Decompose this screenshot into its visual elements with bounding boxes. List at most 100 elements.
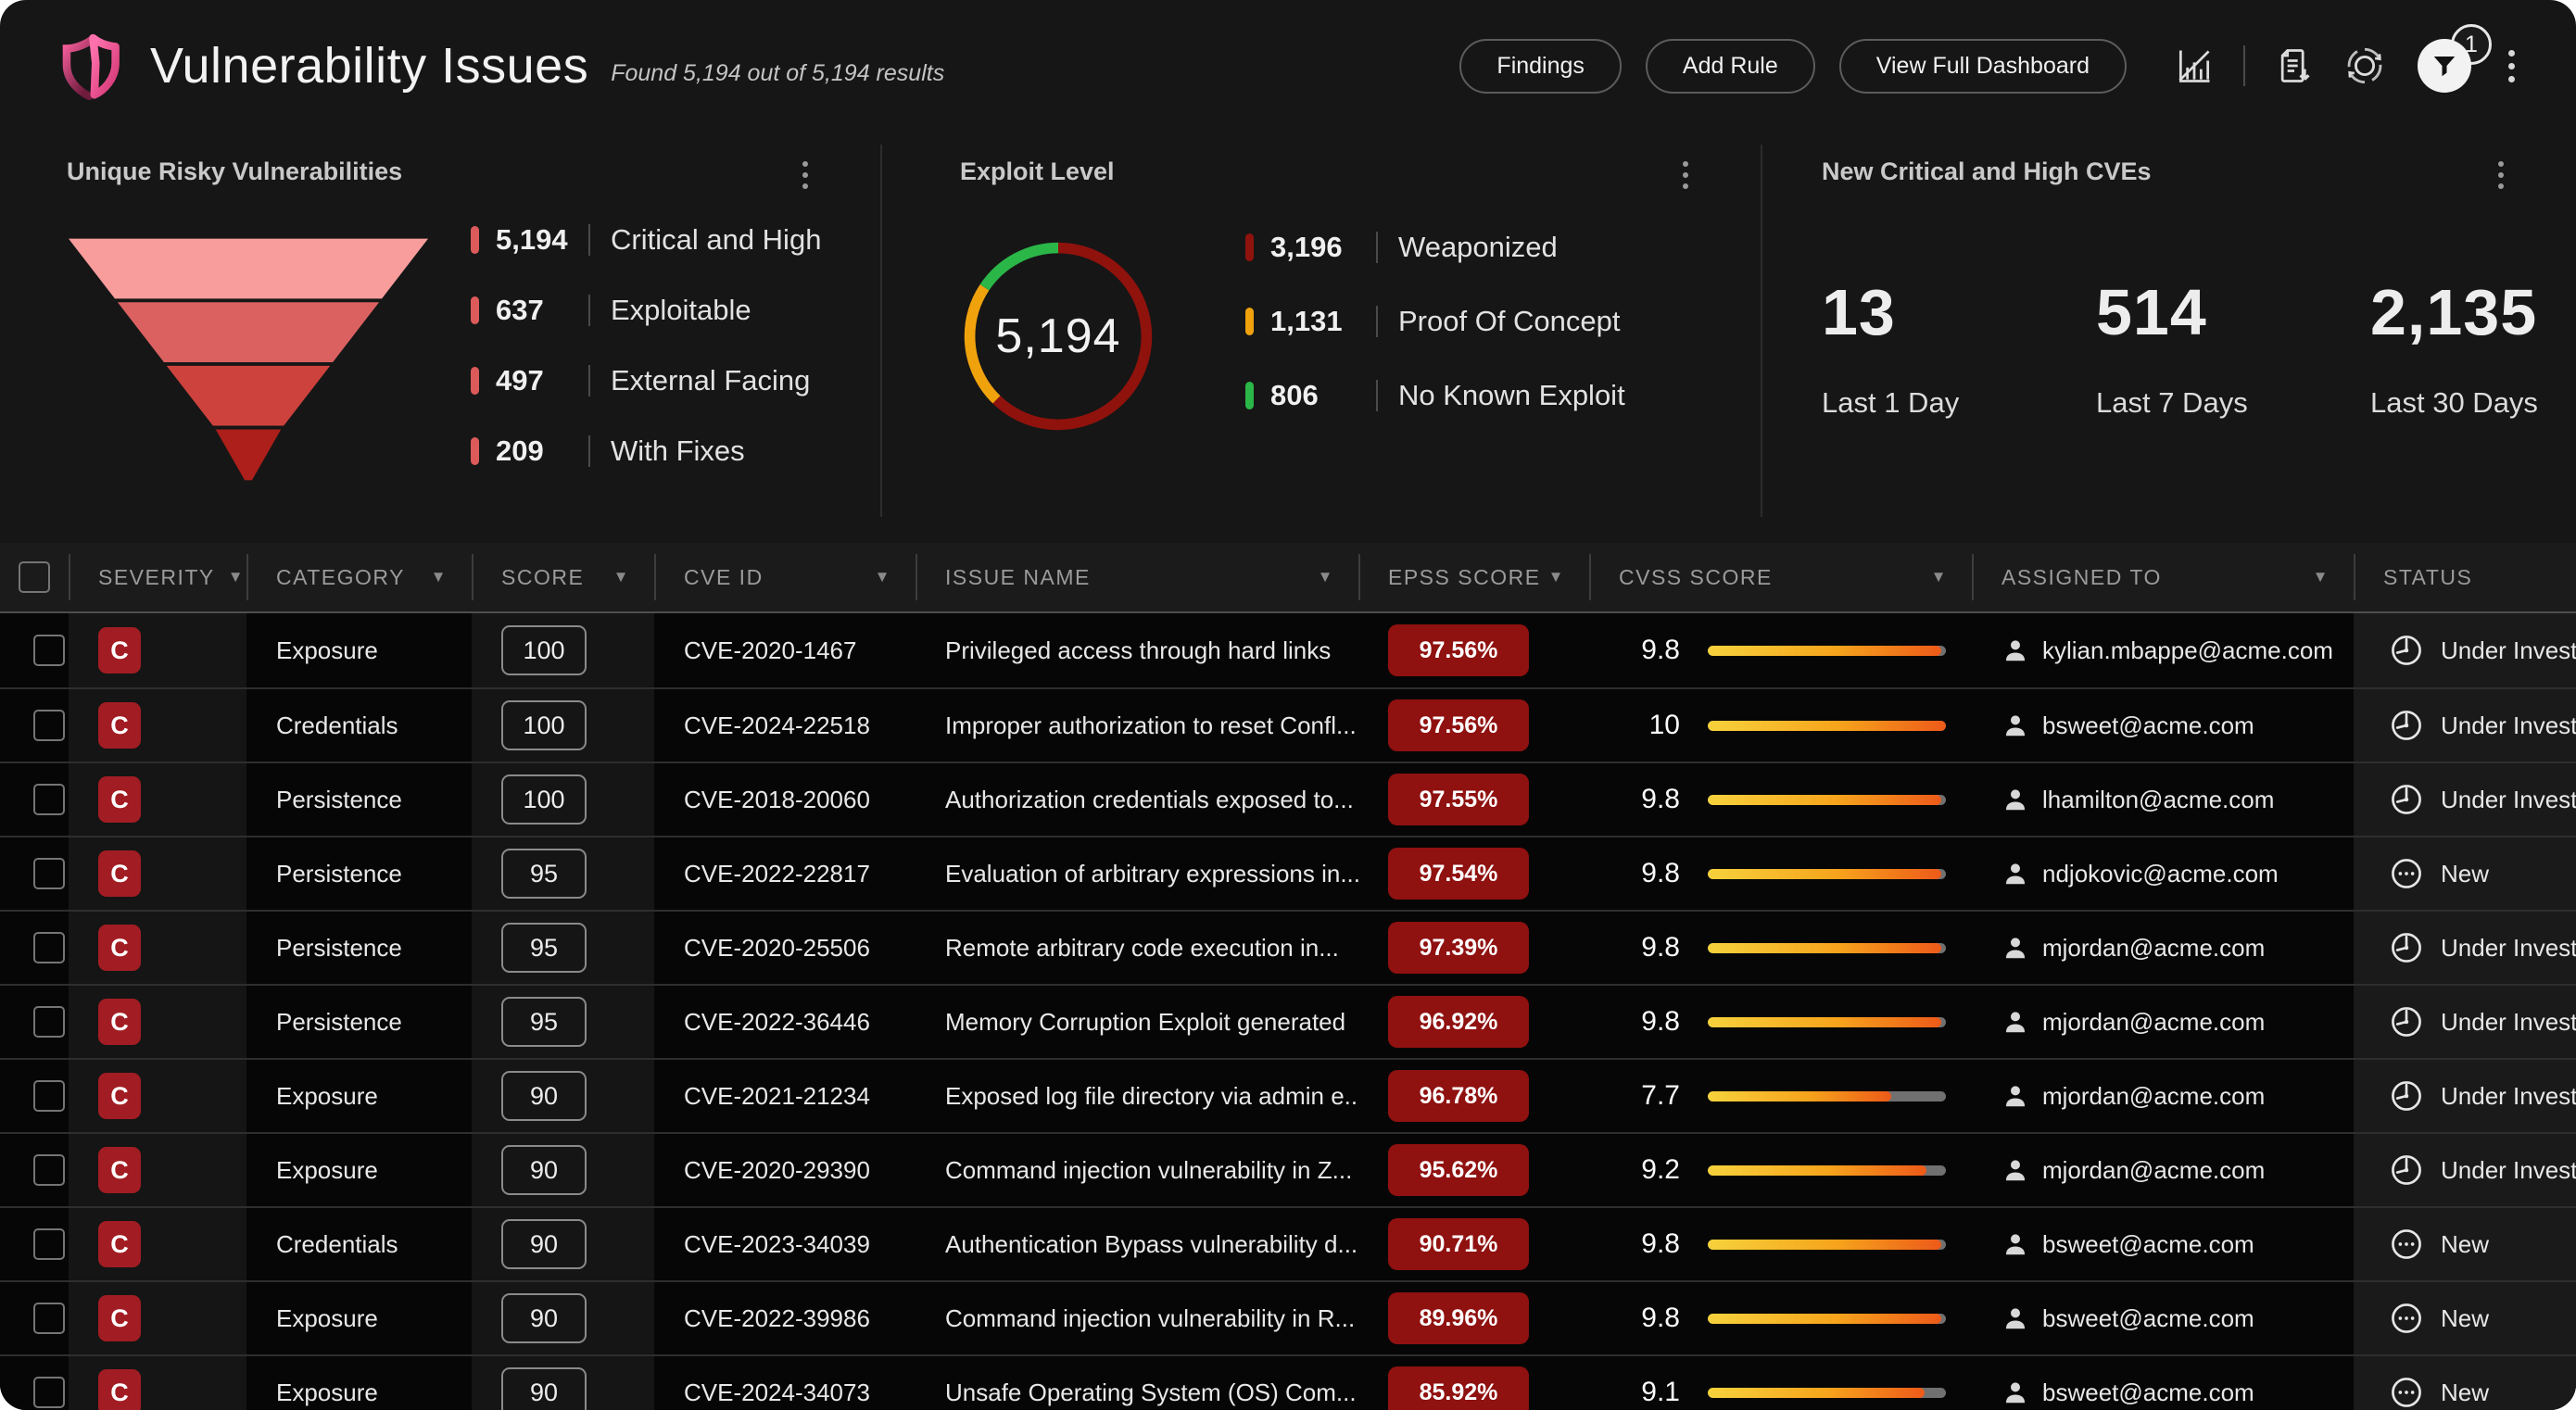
column-header-assigned-to[interactable]: ASSIGNED TO▼ [1972, 543, 2354, 611]
status-cell[interactable]: New [2354, 837, 2576, 910]
widget-kebab-menu[interactable] [2493, 156, 2509, 195]
legend-label: Critical and High [611, 223, 821, 257]
status-cell[interactable]: New [2354, 1356, 2576, 1410]
issue-name-cell[interactable]: Privileged access through hard links [915, 613, 1358, 687]
cve-id-cell[interactable]: CVE-2024-34073 [654, 1356, 915, 1410]
assigned-to-cell[interactable]: mjordan@acme.com [1972, 1060, 2354, 1132]
status-cell[interactable]: Under Investigation [2354, 613, 2576, 687]
column-header-severity[interactable]: SEVERITY▼ [69, 543, 246, 611]
issue-name-cell[interactable]: Evaluation of arbitrary expressions in..… [915, 837, 1358, 910]
icon-divider [2243, 45, 2245, 86]
assigned-to-cell[interactable]: mjordan@acme.com [1972, 912, 2354, 984]
epss-score-badge: 96.92% [1388, 996, 1529, 1048]
table-row[interactable]: C Persistence 95 CVE-2022-36446 Memory C… [0, 984, 2576, 1058]
row-checkbox[interactable] [33, 858, 65, 889]
select-all-checkbox[interactable] [19, 561, 50, 593]
cve-id-cell[interactable]: CVE-2020-25506 [654, 912, 915, 984]
assigned-to-cell[interactable]: bsweet@acme.com [1972, 1282, 2354, 1354]
assigned-to-cell[interactable]: mjordan@acme.com [1972, 986, 2354, 1058]
cvss-score-cell: 9.1 [1589, 1356, 1972, 1410]
widget-kebab-menu[interactable] [797, 156, 814, 195]
issue-name-cell[interactable]: Authentication Bypass vulnerability d... [915, 1208, 1358, 1280]
cve-id-cell[interactable]: CVE-2020-29390 [654, 1134, 915, 1206]
row-checkbox[interactable] [33, 1080, 65, 1112]
status-cell[interactable]: Under Investigation [2354, 689, 2576, 762]
issue-name-cell[interactable]: Improper authorization to reset Confl... [915, 689, 1358, 762]
column-header-category[interactable]: CATEGORY▼ [246, 543, 472, 611]
issue-name-cell[interactable]: Command injection vulnerability in Z... [915, 1134, 1358, 1206]
issue-name-cell[interactable]: Memory Corruption Exploit generated [915, 986, 1358, 1058]
table-row[interactable]: C Exposure 90 CVE-2021-21234 Exposed log… [0, 1058, 2576, 1132]
severity-critical-badge: C [98, 925, 141, 971]
cve-id-cell[interactable]: CVE-2022-36446 [654, 986, 915, 1058]
issue-name-cell[interactable]: Unsafe Operating System (OS) Com... [915, 1356, 1358, 1410]
assigned-to-cell[interactable]: mjordan@acme.com [1972, 1134, 2354, 1206]
header-kebab-menu[interactable] [2499, 44, 2524, 88]
findings-button[interactable]: Findings [1459, 39, 1622, 94]
row-checkbox[interactable] [33, 784, 65, 815]
column-header-status[interactable]: STATUS [2354, 543, 2576, 611]
table-row[interactable]: C Credentials 100 CVE-2024-22518 Imprope… [0, 687, 2576, 762]
status-cell[interactable]: New [2354, 1208, 2576, 1280]
cve-id-cell[interactable]: CVE-2020-1467 [654, 613, 915, 687]
under-investigation-clock-icon [2389, 930, 2424, 965]
severity-cell: C [69, 689, 246, 762]
issue-name-cell[interactable]: Exposed log file directory via admin e..… [915, 1060, 1358, 1132]
assigned-to-cell[interactable]: bsweet@acme.com [1972, 689, 2354, 762]
table-row[interactable]: C Credentials 90 CVE-2023-34039 Authenti… [0, 1206, 2576, 1280]
row-checkbox[interactable] [33, 1006, 65, 1038]
row-checkbox[interactable] [33, 1228, 65, 1260]
table-row[interactable]: C Persistence 95 CVE-2022-22817 Evaluati… [0, 836, 2576, 910]
status-cell[interactable]: New [2354, 1282, 2576, 1354]
widget-kebab-menu[interactable] [1677, 156, 1694, 195]
cvss-score-value: 7.7 [1619, 1080, 1680, 1112]
cve-id-cell[interactable]: CVE-2022-39986 [654, 1282, 915, 1354]
status-cell[interactable]: Under Investigation [2354, 986, 2576, 1058]
header-icon-bar: 1 [2173, 39, 2524, 93]
row-checkbox[interactable] [33, 1303, 65, 1334]
assigned-to-cell[interactable]: lhamilton@acme.com [1972, 763, 2354, 836]
status-cell[interactable]: Under Investigation [2354, 1060, 2576, 1132]
funnel-legend: 5,194 Critical and High 637 Exploitable … [471, 220, 821, 501]
column-header-issue-name[interactable]: ISSUE NAME▼ [915, 543, 1358, 611]
status-cell[interactable]: Under Investigation [2354, 1134, 2576, 1206]
status-cell[interactable]: Under Investigation [2354, 763, 2576, 836]
table-row[interactable]: C Exposure 100 CVE-2020-1467 Privileged … [0, 613, 2576, 687]
assigned-to-cell[interactable]: bsweet@acme.com [1972, 1208, 2354, 1280]
toggle-charts-icon[interactable] [2173, 44, 2216, 87]
assigned-to-cell[interactable]: ndjokovic@acme.com [1972, 837, 2354, 910]
stat-value: 2,135 [2370, 275, 2556, 349]
cve-id-cell[interactable]: CVE-2023-34039 [654, 1208, 915, 1280]
cve-id-cell[interactable]: CVE-2018-20060 [654, 763, 915, 836]
row-checkbox[interactable] [33, 710, 65, 741]
export-report-icon[interactable] [2273, 44, 2316, 87]
cvss-score-cell: 9.8 [1589, 763, 1972, 836]
assigned-to-cell[interactable]: kylian.mbappe@acme.com [1972, 613, 2354, 687]
row-checkbox[interactable] [33, 932, 65, 963]
cve-id-cell[interactable]: CVE-2022-22817 [654, 837, 915, 910]
issue-name-cell[interactable]: Remote arbitrary code execution in... [915, 912, 1358, 984]
row-checkbox[interactable] [33, 1377, 65, 1408]
column-header-cvss-score[interactable]: CVSS SCORE▼ [1589, 543, 1972, 611]
cve-id-cell[interactable]: CVE-2024-22518 [654, 689, 915, 762]
column-header-score[interactable]: SCORE▼ [472, 543, 654, 611]
table-row[interactable]: C Exposure 90 CVE-2022-39986 Command inj… [0, 1280, 2576, 1354]
score-box: 90 [501, 1293, 587, 1343]
table-row[interactable]: C Persistence 95 CVE-2020-25506 Remote a… [0, 910, 2576, 984]
active-filters-avatar[interactable] [2418, 39, 2471, 93]
issue-name-cell[interactable]: Command injection vulnerability in R... [915, 1282, 1358, 1354]
row-checkbox[interactable] [33, 1154, 65, 1186]
table-row[interactable]: C Persistence 100 CVE-2018-20060 Authori… [0, 762, 2576, 836]
view-full-dashboard-button[interactable]: View Full Dashboard [1839, 39, 2127, 94]
cve-id-cell[interactable]: CVE-2021-21234 [654, 1060, 915, 1132]
row-checkbox[interactable] [33, 635, 65, 666]
sync-refresh-icon[interactable] [2343, 44, 2386, 87]
status-cell[interactable]: Under Investigation [2354, 912, 2576, 984]
table-row[interactable]: C Exposure 90 CVE-2024-34073 Unsafe Oper… [0, 1354, 2576, 1410]
add-rule-button[interactable]: Add Rule [1646, 39, 1815, 94]
column-header-epss-score[interactable]: EPSS SCORE▼ [1358, 543, 1589, 611]
issue-name-cell[interactable]: Authorization credentials exposed to... [915, 763, 1358, 836]
table-row[interactable]: C Exposure 90 CVE-2020-29390 Command inj… [0, 1132, 2576, 1206]
column-header-cve-id[interactable]: CVE ID▼ [654, 543, 915, 611]
assigned-to-cell[interactable]: bsweet@acme.com [1972, 1356, 2354, 1410]
